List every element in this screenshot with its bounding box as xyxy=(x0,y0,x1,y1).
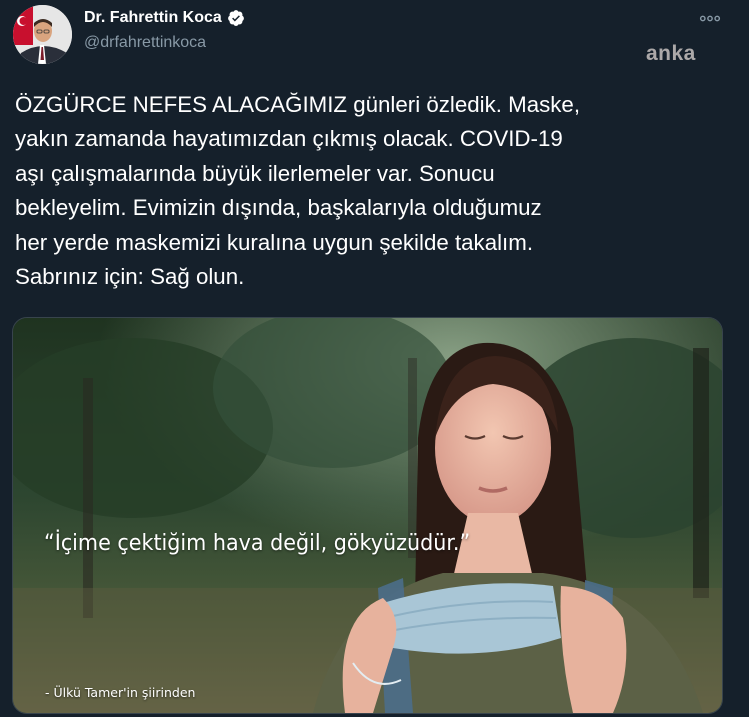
agency-watermark: anka xyxy=(646,42,696,65)
author-avatar[interactable] xyxy=(13,5,72,64)
media-credit: - Ülkü Tamer'in şiirinden xyxy=(45,685,196,700)
author-display-name[interactable]: Dr. Fahrettin Koca xyxy=(84,9,222,27)
tweet-media-image[interactable]: “İçime çektiğim hava değil, gökyüzüdür.”… xyxy=(12,317,723,714)
author-name-row[interactable]: Dr. Fahrettin Koca xyxy=(84,9,245,27)
tweet-text: ÖZGÜRCE NEFES ALACAĞIMIZ günleri özledik… xyxy=(15,92,581,290)
media-quote: “İçime çektiğim hava değil, gökyüzüdür.” xyxy=(44,531,471,556)
more-options-icon[interactable] xyxy=(697,5,723,31)
author-handle[interactable]: @drfahrettinkoca xyxy=(84,34,206,52)
avatar-photo xyxy=(13,5,72,64)
media-photo xyxy=(13,318,722,713)
verified-badge-icon xyxy=(227,9,245,27)
